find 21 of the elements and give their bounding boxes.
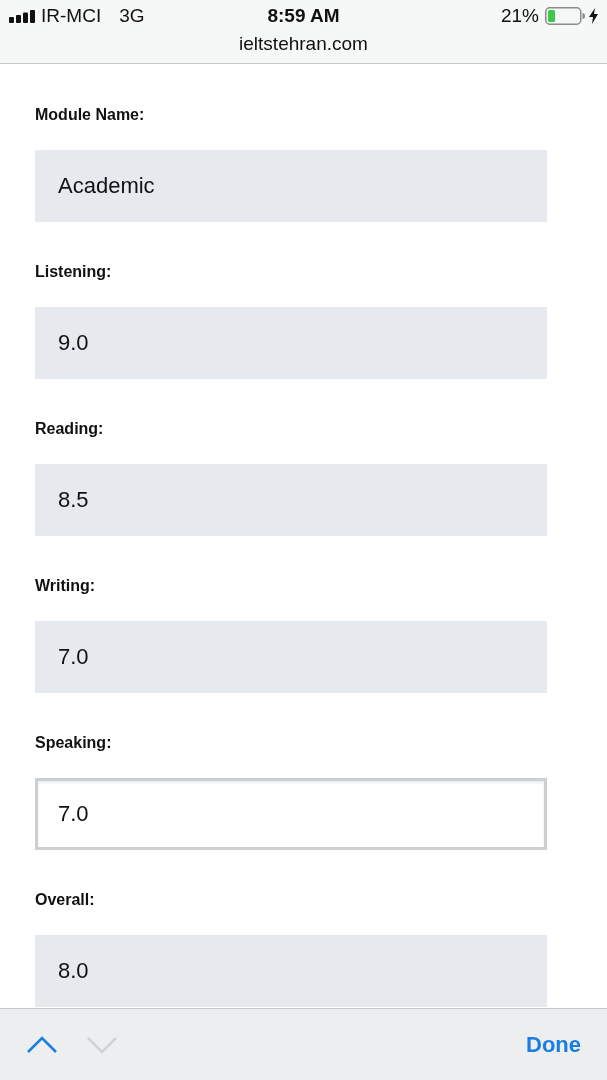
clock-time: 8:59 AM bbox=[267, 5, 340, 27]
field-label: Reading: bbox=[35, 419, 104, 439]
input-field[interactable]: 8.5 bbox=[35, 464, 547, 536]
input-field[interactable]: 9.0 bbox=[35, 307, 547, 379]
input-field[interactable]: 7.0 bbox=[35, 778, 547, 850]
network-type: 3G bbox=[119, 5, 145, 27]
field-label: Speaking: bbox=[35, 733, 112, 753]
carrier-name: IR-MCI bbox=[41, 5, 102, 27]
signal-icon bbox=[9, 9, 35, 23]
done-button[interactable]: Done bbox=[526, 1031, 581, 1058]
input-field[interactable]: 7.0 bbox=[35, 621, 547, 693]
field-label: Writing: bbox=[35, 576, 96, 596]
charging-bolt-icon bbox=[589, 8, 598, 24]
field-label: Listening: bbox=[35, 262, 112, 282]
battery-icon bbox=[545, 7, 585, 25]
field-label: Module Name: bbox=[35, 105, 145, 125]
battery-percent: 21% bbox=[500, 5, 539, 27]
input-field[interactable]: Academic bbox=[35, 150, 547, 222]
field-label: Overall: bbox=[35, 890, 95, 910]
page-url[interactable]: ieltstehran.com bbox=[239, 33, 368, 55]
input-field[interactable]: 8.0 bbox=[35, 935, 547, 1007]
